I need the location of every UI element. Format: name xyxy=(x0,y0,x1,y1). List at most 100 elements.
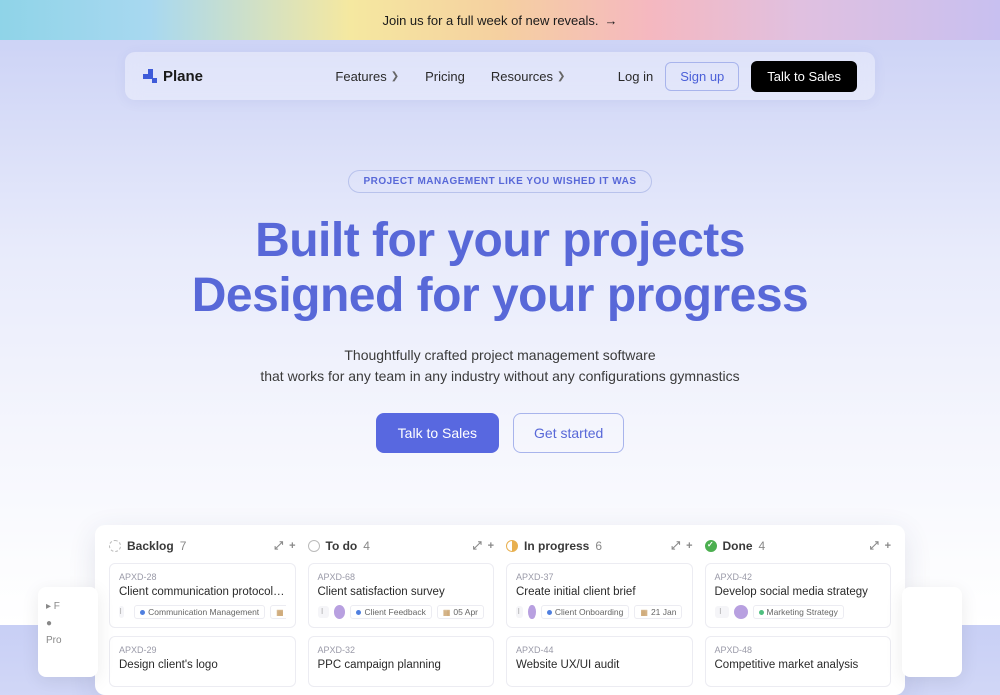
side-preview-right xyxy=(902,587,962,677)
nav-actions: Log in Sign up Talk to Sales xyxy=(618,61,857,92)
column-label: To do xyxy=(326,539,358,553)
priority-icon: ⠇ xyxy=(516,606,523,618)
card-meta: ⠇ Client Onboarding ▦21 Jan xyxy=(516,605,683,619)
signup-button[interactable]: Sign up xyxy=(665,62,739,91)
card-id: APXD-68 xyxy=(318,572,485,582)
column-header: Backlog 7 ⤢ + xyxy=(109,539,296,553)
card-id: APXD-48 xyxy=(715,645,882,655)
talk-to-sales-nav-button[interactable]: Talk to Sales xyxy=(751,61,857,92)
nav-links: Features ❯ Pricing Resources ❯ xyxy=(255,69,565,84)
kanban-card[interactable]: APXD-37Create initial client brief⠇Clien… xyxy=(506,563,693,628)
nav-link-features[interactable]: Features ❯ xyxy=(335,69,399,84)
due-date[interactable]: ▦18 Jan xyxy=(270,605,285,619)
card-meta: ⠇ Marketing Strategy xyxy=(715,605,882,619)
column-count: 4 xyxy=(759,539,766,553)
login-link[interactable]: Log in xyxy=(618,69,653,84)
label-tag[interactable]: Client Feedback xyxy=(350,605,431,619)
card-title: Develop social media strategy xyxy=(715,586,882,598)
talk-to-sales-button[interactable]: Talk to Sales xyxy=(376,413,499,453)
column-label: Done xyxy=(723,539,753,553)
column-done: Done 4 ⤢ + APXD-42 Develop social media strat… xyxy=(705,539,892,695)
announcement-banner[interactable]: Join us for a full week of new reveals. … xyxy=(0,0,1000,40)
status-progress-icon xyxy=(506,540,518,552)
due-date[interactable]: ▦21 Jan xyxy=(634,605,682,619)
column-progress: In progress6⤢+APXD-37Create initial clie… xyxy=(506,539,693,695)
priority-icon: ⠇ xyxy=(318,606,329,618)
due-date[interactable]: ▦05 Apr xyxy=(437,605,484,619)
banner-text: Join us for a full week of new reveals. xyxy=(382,13,598,28)
assignee-avatar[interactable] xyxy=(734,605,748,619)
collapse-icon[interactable]: ⤢ xyxy=(473,540,482,553)
calendar-icon: ▦ xyxy=(443,608,451,617)
label-tag[interactable]: Client Onboarding xyxy=(541,605,630,619)
label-tag[interactable]: Communication Management xyxy=(134,605,265,619)
add-card-icon[interactable]: + xyxy=(686,540,692,552)
priority-icon: ⠇ xyxy=(715,606,729,618)
card-id: APXD-28 xyxy=(119,572,286,582)
column-count: 7 xyxy=(180,539,187,553)
kanban-board: Backlog 7 ⤢ + APXD-28 Client communication pr… xyxy=(95,525,905,695)
kanban-card[interactable]: APXD-44 Website UX/UI audit xyxy=(506,636,693,687)
card-title: Website UX/UI audit xyxy=(516,659,683,671)
column-header: In progress 6 ⤢ + xyxy=(506,539,693,553)
plane-logo-icon xyxy=(143,69,157,83)
tag-dot-icon xyxy=(356,610,361,615)
calendar-icon: ▦ xyxy=(640,608,648,617)
card-id: APXD-42 xyxy=(715,572,882,582)
kanban-card[interactable]: APXD-32 PPC campaign planning xyxy=(308,636,495,687)
column-label: Backlog xyxy=(127,539,174,553)
column-label: In progress xyxy=(524,539,589,553)
add-card-icon[interactable]: + xyxy=(289,540,295,552)
card-id: APXD-32 xyxy=(318,645,485,655)
tag-dot-icon xyxy=(140,610,145,615)
assignee-avatar[interactable] xyxy=(528,605,535,619)
nav-container: Plane Features ❯ Pricing Resources ❯ Log… xyxy=(0,40,1000,112)
cta-row: Talk to Sales Get started xyxy=(0,413,1000,453)
kanban-card[interactable]: APXD-29Design client's logo xyxy=(109,636,296,687)
hero-headline: Built for your projects Designed for you… xyxy=(0,213,1000,323)
brand-name: Plane xyxy=(163,68,203,85)
tag-dot-icon xyxy=(759,610,764,615)
nav-link-pricing[interactable]: Pricing xyxy=(425,69,465,84)
board-preview-wrap: ▸ F ● Pro Backlog 7 ⤢ + APXD-28 Client commun… xyxy=(0,525,1000,695)
column-count: 6 xyxy=(595,539,602,553)
column-backlog: Backlog 7 ⤢ + APXD-28 Client communication pr… xyxy=(109,539,296,695)
card-title: Client communication protocol setup xyxy=(119,586,286,598)
status-todo-icon xyxy=(308,540,320,552)
status-backlog-icon xyxy=(109,540,121,552)
hero-pill: PROJECT MANAGEMENT LIKE YOU WISHED IT WA… xyxy=(348,170,651,193)
column-header: To do4⤢+ xyxy=(308,539,495,553)
collapse-icon[interactable]: ⤢ xyxy=(671,540,680,553)
assignee-avatar[interactable] xyxy=(334,605,345,619)
chevron-down-icon: ❯ xyxy=(391,71,399,82)
collapse-icon[interactable]: ⤢ xyxy=(274,540,283,553)
collapse-icon[interactable]: ⤢ xyxy=(870,540,879,553)
status-done-icon xyxy=(705,540,717,552)
column-todo: To do4⤢+APXD-68Client satisfaction surve… xyxy=(308,539,495,695)
hero-subtitle: Thoughtfully crafted project management … xyxy=(0,345,1000,387)
card-meta: ⠇ Client Feedback ▦05 Apr xyxy=(318,605,485,619)
hero-section: PROJECT MANAGEMENT LIKE YOU WISHED IT WA… xyxy=(0,112,1000,453)
kanban-card[interactable]: APXD-42 Develop social media strategy ⠇ Mar… xyxy=(705,563,892,628)
main-nav: Plane Features ❯ Pricing Resources ❯ Log… xyxy=(125,52,875,100)
tag-dot-icon xyxy=(547,610,552,615)
card-id: APXD-29 xyxy=(119,645,286,655)
kanban-card[interactable]: APXD-68Client satisfaction survey⠇Client… xyxy=(308,563,495,628)
kanban-card[interactable]: APXD-28 Client communication protocol set… xyxy=(109,563,296,628)
card-title: Create initial client brief xyxy=(516,586,683,598)
card-meta: ⠇ Communication Management ▦18 Jan xyxy=(119,605,286,619)
get-started-button[interactable]: Get started xyxy=(513,413,624,453)
nav-link-resources[interactable]: Resources ❯ xyxy=(491,69,566,84)
kanban-card[interactable]: APXD-48 Competitive market analysis xyxy=(705,636,892,687)
card-id: APXD-44 xyxy=(516,645,683,655)
card-title: PPC campaign planning xyxy=(318,659,485,671)
arrow-right-icon: → xyxy=(605,13,618,28)
brand-logo[interactable]: Plane xyxy=(143,68,203,85)
add-card-icon[interactable]: + xyxy=(488,540,494,552)
column-header: Done 4 ⤢ + xyxy=(705,539,892,553)
card-title: Competitive market analysis xyxy=(715,659,882,671)
priority-icon: ⠇ xyxy=(119,606,124,618)
add-card-icon[interactable]: + xyxy=(885,540,891,552)
side-preview-left: ▸ F ● Pro xyxy=(38,587,98,677)
label-tag[interactable]: Marketing Strategy xyxy=(753,605,844,619)
